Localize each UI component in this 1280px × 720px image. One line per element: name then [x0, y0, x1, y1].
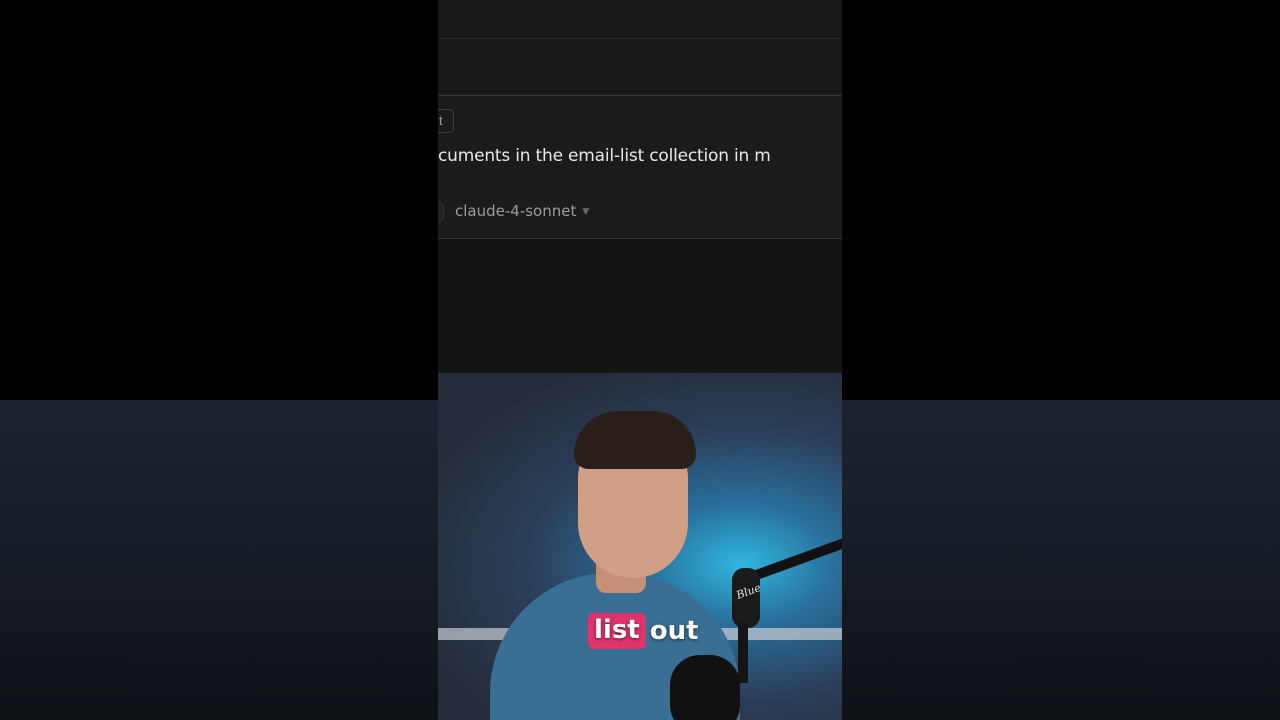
prompt-text[interactable]: cuments in the email-list collection in … [438, 146, 771, 166]
context-chip[interactable]: t [438, 109, 454, 133]
editor-screen: t cuments in the email-list collection i… [438, 0, 842, 373]
caption-text: out [649, 616, 699, 646]
editor-top-bar [438, 0, 842, 39]
subtitle-caption: list out [588, 612, 699, 650]
model-selector-label: claude-4-sonnet [455, 202, 577, 220]
caption-highlighted-word: list [588, 613, 646, 649]
editor-toolbar [438, 39, 842, 96]
right-letterbox [842, 0, 1280, 720]
chat-input-panel[interactable]: t cuments in the email-list collection i… [438, 96, 842, 239]
mic-stand [738, 623, 748, 683]
model-selector[interactable]: claude-4-sonnet ▼ [455, 202, 589, 220]
mic-windscreen [670, 655, 740, 720]
webcam-feed: Blue [438, 373, 842, 720]
mic-arm [746, 532, 842, 583]
chevron-down-icon: ▼ [582, 206, 590, 217]
presenter-hair [574, 411, 696, 469]
mode-toggle[interactable] [438, 200, 444, 224]
left-letterbox [0, 0, 438, 720]
